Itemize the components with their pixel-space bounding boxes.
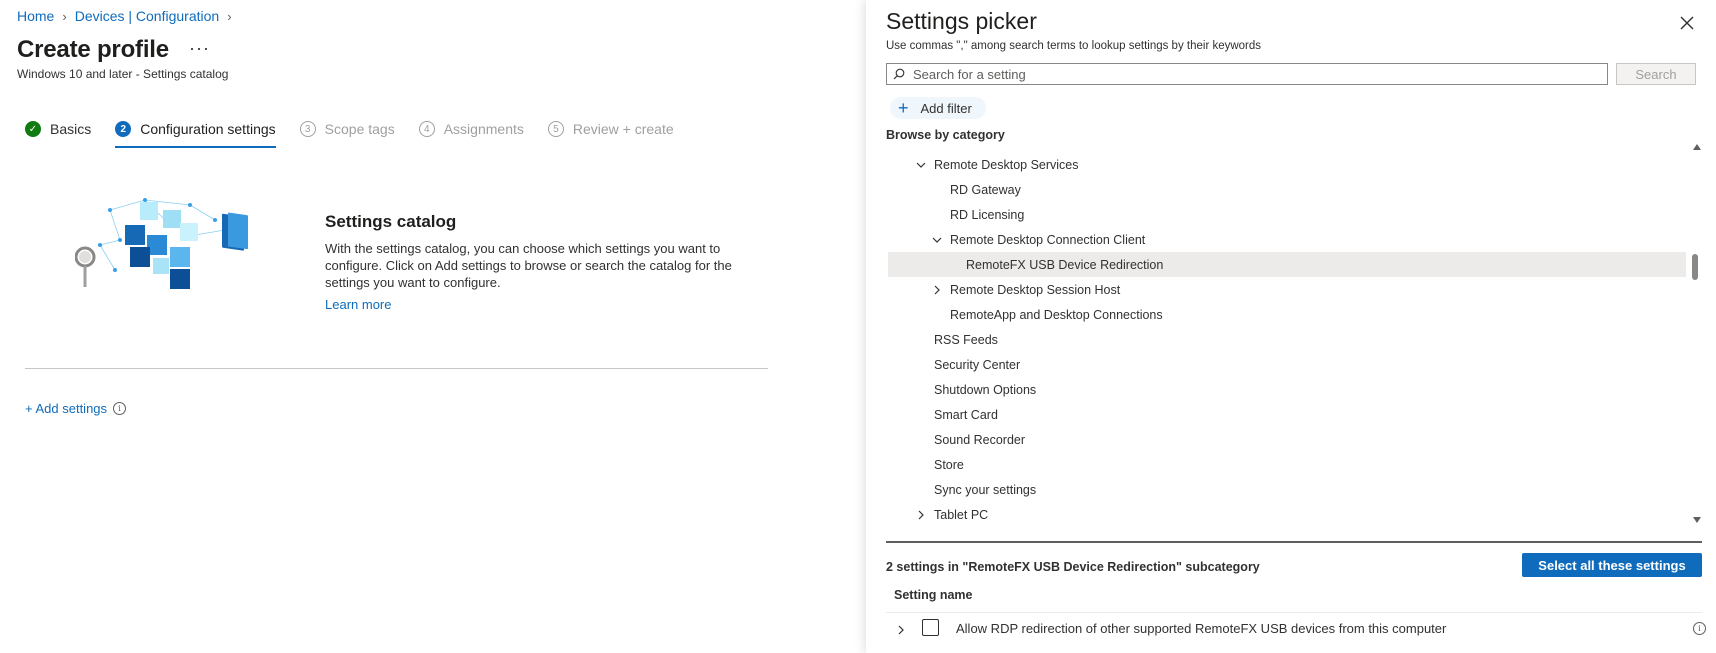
search-hint: Use commas "," among search terms to loo…	[886, 40, 1262, 52]
breadcrumb-home[interactable]: Home	[17, 8, 54, 24]
add-filter-button[interactable]: + Add filter	[890, 97, 986, 119]
setting-row: Allow RDP redirection of other supported…	[886, 615, 1706, 645]
tree-item[interactable]: Sync your settings	[888, 477, 1686, 502]
wizard-steps: ✓ Basics 2 Configuration settings 3 Scop…	[25, 116, 698, 148]
settings-catalog-description: With the settings catalog, you can choos…	[325, 241, 732, 290]
tree-item[interactable]: Sound Recorder	[888, 427, 1686, 452]
search-box	[886, 63, 1608, 85]
chevron-down-icon[interactable]	[932, 235, 942, 245]
tree-item[interactable]: Store	[888, 452, 1686, 477]
chevron-right-icon[interactable]	[916, 510, 926, 520]
tree-item[interactable]: Shutdown Options	[888, 377, 1686, 402]
step-label: Configuration settings	[140, 121, 276, 137]
tree-item-label: Remote Desktop Session Host	[950, 282, 1121, 297]
tree-item[interactable]: Remote Desktop Session Host	[888, 277, 1686, 302]
info-icon[interactable]: i	[113, 402, 127, 415]
tree-item[interactable]: RemoteFX USB Device Redirection	[888, 252, 1686, 277]
add-filter-label: Add filter	[920, 100, 972, 116]
tree-item[interactable]: Remote Desktop Connection Client	[888, 227, 1686, 252]
tree-item[interactable]: RSS Feeds	[888, 327, 1686, 352]
tree-item-label: Security Center	[934, 357, 1021, 372]
tree-item-label: RemoteApp and Desktop Connections	[950, 307, 1163, 322]
settings-picker-title: Settings picker	[886, 8, 1037, 34]
step-assignments[interactable]: 4 Assignments	[418, 116, 524, 142]
tree-item[interactable]: Smart Card	[888, 402, 1686, 427]
tree-item[interactable]: Security Center	[888, 352, 1686, 377]
step-label: Assignments	[443, 121, 524, 137]
add-settings-link[interactable]: + Add settings i	[25, 401, 127, 416]
tree-item-label: Store	[934, 457, 964, 472]
settings-catalog-title: Settings catalog	[325, 212, 457, 231]
settings-picker-panel: Settings picker Use commas "," among sea…	[866, 0, 1716, 653]
browse-by-category-label: Browse by category	[886, 128, 1005, 142]
chevron-right-icon: ›	[227, 8, 232, 24]
step-number-badge: 2	[115, 121, 132, 137]
section-divider	[25, 368, 768, 369]
step-label: Basics	[50, 121, 92, 137]
settings-catalog-illustration	[75, 198, 248, 289]
learn-more-link[interactable]: Learn more	[325, 297, 391, 312]
chevron-right-icon: ›	[62, 8, 67, 24]
tree-item[interactable]: RemoteApp and Desktop Connections	[888, 302, 1686, 327]
chevron-down-icon[interactable]	[916, 160, 926, 170]
breadcrumb: Home › Devices | Configuration ›	[17, 8, 240, 24]
page-subtitle: Windows 10 and later - Settings catalog	[17, 67, 229, 81]
setting-label: Allow RDP redirection of other supported…	[956, 621, 1447, 636]
scroll-down-arrow-icon[interactable]	[1692, 515, 1702, 525]
step-scope-tags[interactable]: 3 Scope tags	[299, 116, 395, 142]
search-input[interactable]	[911, 65, 1595, 83]
tree-item-label: Remote Desktop Connection Client	[950, 232, 1146, 247]
info-icon[interactable]: i	[1693, 622, 1706, 635]
category-tree: Remote Desktop Services RD Gateway RD Lice…	[886, 152, 1686, 525]
results-divider	[886, 541, 1702, 543]
setting-name-column-header: Setting name	[894, 588, 973, 602]
search-button[interactable]: Search	[1616, 63, 1696, 85]
tree-item-label: Tablet PC	[934, 507, 989, 522]
scroll-up-arrow-icon[interactable]	[1692, 142, 1702, 152]
subcategory-count: 2 settings in "RemoteFX USB Device Redir…	[886, 560, 1260, 574]
tree-item[interactable]: RD Gateway	[888, 177, 1686, 202]
step-basics[interactable]: ✓ Basics	[25, 116, 91, 142]
step-label: Scope tags	[324, 121, 395, 137]
tree-item[interactable]: RD Licensing	[888, 202, 1686, 227]
step-number-badge: 3	[299, 121, 316, 137]
tree-item-label: Sound Recorder	[934, 432, 1026, 447]
tree-item-label: Shutdown Options	[934, 382, 1037, 397]
checkmark-icon: ✓	[25, 121, 41, 137]
header-divider	[886, 612, 1702, 613]
close-icon[interactable]	[1678, 14, 1696, 32]
step-number-badge: 4	[418, 121, 435, 137]
tree-item[interactable]: Tablet PC	[888, 502, 1686, 525]
step-label: Review + create	[572, 121, 674, 137]
step-configuration-settings[interactable]: 2 Configuration settings	[115, 116, 277, 148]
tree-item-label: RD Licensing	[950, 207, 1025, 222]
tree-item-label: RD Gateway	[950, 182, 1021, 197]
plus-icon: +	[898, 98, 909, 118]
tree-item-label: Sync your settings	[934, 482, 1037, 497]
page-title: Create profile	[17, 36, 169, 63]
create-profile-page: Home › Devices | Configuration › Create …	[0, 0, 790, 653]
chevron-right-icon[interactable]	[932, 285, 942, 295]
scrollbar-thumb[interactable]	[1692, 254, 1698, 280]
setting-checkbox[interactable]	[922, 619, 939, 636]
step-review-create[interactable]: 5 Review + create	[547, 116, 674, 142]
add-settings-label: + Add settings	[25, 401, 108, 416]
tree-item-label: RSS Feeds	[934, 332, 998, 347]
tree-item-label: Smart Card	[934, 407, 998, 422]
breadcrumb-devices-configuration[interactable]: Devices | Configuration	[75, 8, 219, 24]
step-number-badge: 5	[547, 121, 564, 137]
tree-item-label: RemoteFX USB Device Redirection	[966, 257, 1164, 272]
tree-item-label: Remote Desktop Services	[934, 157, 1079, 172]
more-options-icon[interactable]: ···	[189, 38, 210, 59]
chevron-right-icon[interactable]	[896, 625, 906, 635]
search-icon	[893, 68, 905, 80]
tree-item[interactable]: Remote Desktop Services	[888, 152, 1686, 177]
select-all-settings-button[interactable]: Select all these settings	[1522, 553, 1702, 577]
